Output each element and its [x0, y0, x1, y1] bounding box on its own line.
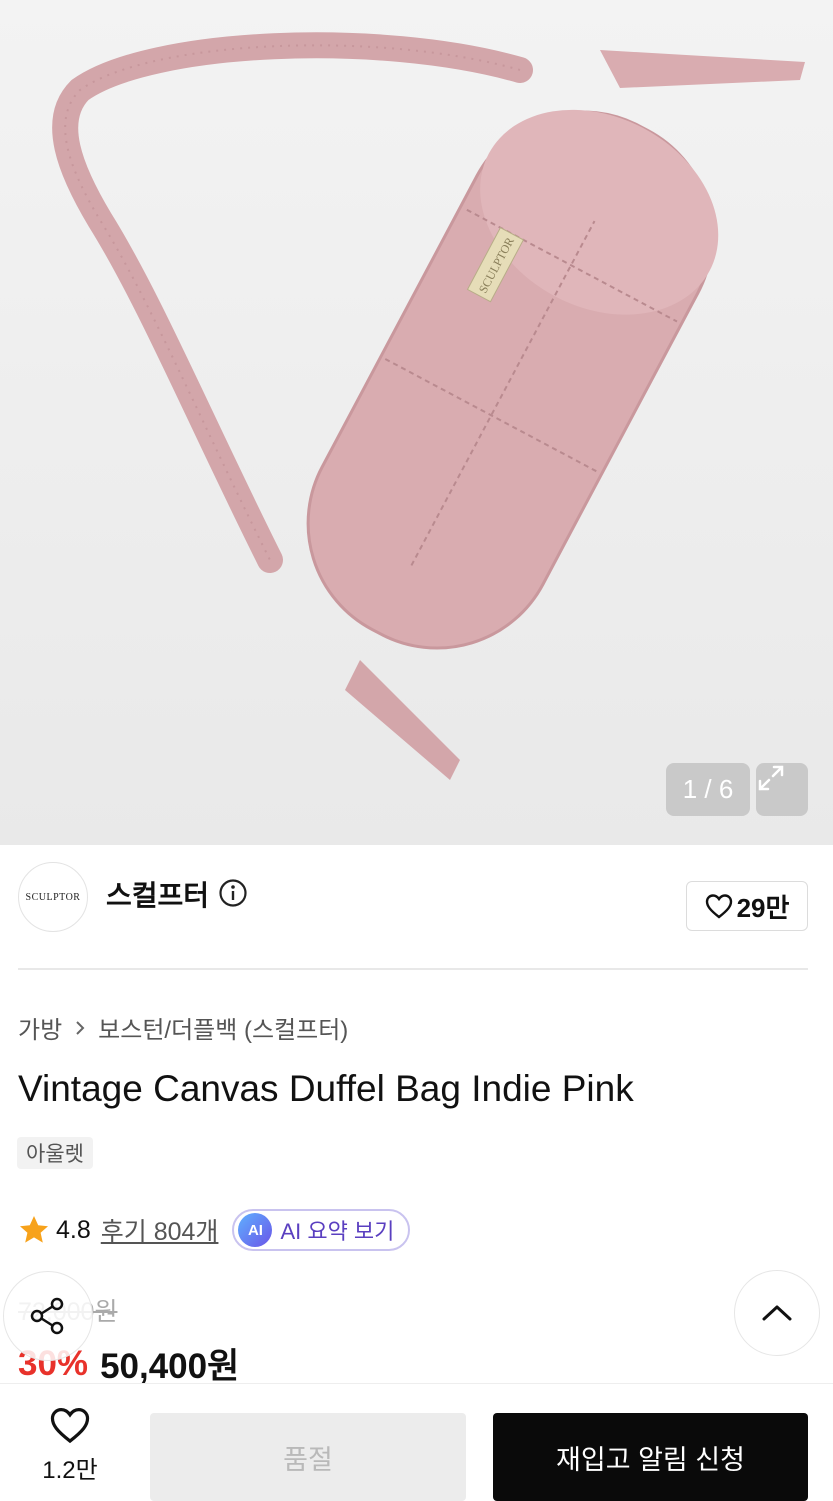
bottom-action-bar: 1.2만 품절 재입고 알림 신청	[0, 1383, 833, 1501]
expand-button[interactable]	[756, 763, 808, 816]
brand-like-count: 29만	[736, 892, 790, 923]
ai-summary-label: AI 요약 보기	[280, 1219, 395, 1244]
divider	[18, 968, 808, 970]
breadcrumb-subcategory[interactable]: 보스턴/더플백 (스컬프터)	[98, 1010, 348, 1045]
star-icon	[20, 1216, 48, 1243]
sale-price: 50,400원	[100, 1347, 240, 1386]
heart-icon	[705, 894, 732, 919]
product-title: Vintage Canvas Duffel Bag Indie Pink	[18, 1068, 634, 1109]
rating-value: 4.8	[56, 1215, 91, 1244]
review-link[interactable]: 후기 804개	[101, 1212, 219, 1248]
ai-icon: AI	[238, 1213, 273, 1247]
wish-button[interactable]: 1.2만	[20, 1406, 120, 1485]
wish-count: 1.2만	[42, 1457, 98, 1484]
brand-row: SCULPTOR 스컬프터 29만	[18, 862, 808, 942]
brand-logo[interactable]: SCULPTOR	[18, 862, 88, 932]
soldout-button: 품절	[150, 1413, 466, 1501]
share-button[interactable]	[3, 1271, 93, 1361]
restock-alert-button[interactable]: 재입고 알림 신청	[493, 1413, 808, 1501]
rating-row: 4.8 후기 804개 AI AI 요약 보기	[18, 1208, 411, 1252]
heart-icon	[50, 1408, 90, 1444]
ai-summary-button[interactable]: AI AI 요약 보기	[232, 1209, 411, 1251]
info-icon[interactable]	[218, 878, 248, 908]
expand-icon	[758, 765, 784, 791]
breadcrumb: 가방 보스턴/더플백 (스컬프터)	[18, 1010, 348, 1045]
brand-like-button[interactable]: 29만	[686, 881, 808, 931]
outlet-tag: 아울렛	[17, 1137, 93, 1169]
scroll-top-button[interactable]	[734, 1270, 820, 1356]
product-image[interactable]: SCULPTOR 1 / 6	[0, 0, 833, 845]
bag-illustration: SCULPTOR	[52, 32, 805, 780]
chevron-up-icon	[762, 1305, 792, 1321]
breadcrumb-category[interactable]: 가방	[18, 1010, 62, 1045]
image-counter: 1 / 6	[666, 763, 750, 816]
share-icon	[30, 1297, 64, 1335]
chevron-right-icon	[76, 1020, 85, 1035]
brand-name[interactable]: 스컬프터	[106, 874, 209, 914]
